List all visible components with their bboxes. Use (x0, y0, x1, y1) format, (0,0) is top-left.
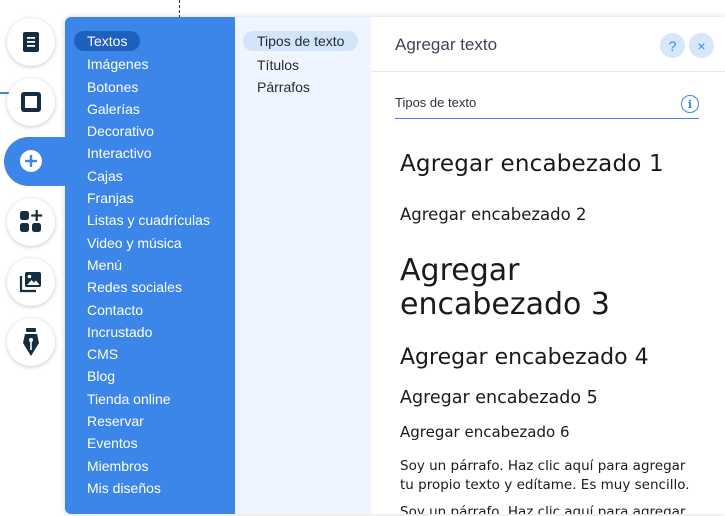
category-column: Textos Imágenes Botones Galerías Decorativo I… (65, 17, 235, 514)
category-item-mis-disenos[interactable]: Mis diseños (74, 477, 174, 499)
category-item-cms[interactable]: CMS (74, 343, 131, 365)
help-icon: ? (668, 37, 677, 54)
heading-2-preset[interactable]: Agregar encabezado 2 (400, 205, 586, 224)
close-icon: × (697, 37, 706, 54)
category-item-tienda-online[interactable]: Tienda online (74, 388, 184, 410)
add-apps-icon (18, 209, 44, 235)
add-button[interactable] (7, 137, 55, 185)
subcategory-item-tipos-de-texto[interactable]: Tipos de texto (243, 31, 359, 51)
category-item-botones[interactable]: Botones (74, 76, 151, 98)
media-button[interactable] (7, 258, 55, 306)
pages-icon (20, 30, 42, 54)
heading-1-preset[interactable]: Agregar encabezado 1 (400, 151, 664, 177)
panel-header: Agregar texto ? × (371, 17, 725, 72)
category-list: Textos Imágenes Botones Galerías Decorativo I… (74, 31, 223, 499)
category-item-blog[interactable]: Blog (74, 365, 128, 387)
subcategory-list: Tipos de texto Títulos Párrafos (243, 31, 359, 99)
category-item-video-y-musica[interactable]: Video y música (74, 232, 195, 254)
category-item-textos[interactable]: Textos (74, 31, 141, 51)
section-title: Tipos de texto (395, 95, 477, 110)
section-header: Tipos de texto i (395, 95, 699, 119)
heading-4-preset[interactable]: Agregar encabezado 4 (400, 345, 649, 370)
pages-button[interactable] (7, 18, 55, 66)
heading-5-preset[interactable]: Agregar encabezado 5 (400, 388, 598, 408)
add-panel: Textos Imágenes Botones Galerías Decorativo I… (65, 17, 725, 514)
paragraph-preset[interactable]: Soy un párrafo. Haz clic aquí para agreg… (400, 457, 700, 495)
category-item-franjas[interactable]: Franjas (74, 187, 147, 209)
category-item-reservar[interactable]: Reservar (74, 410, 157, 432)
pen-tool-button[interactable] (7, 318, 55, 366)
category-item-galerias[interactable]: Galerías (74, 98, 153, 120)
category-item-eventos[interactable]: Eventos (74, 432, 151, 454)
category-item-contacto[interactable]: Contacto (74, 299, 156, 321)
category-item-interactivo[interactable]: Interactivo (74, 142, 165, 164)
background-button[interactable] (7, 78, 55, 126)
subcategory-column: Tipos de texto Títulos Párrafos (235, 17, 371, 514)
category-item-decorativo[interactable]: Decorativo (74, 120, 167, 142)
panel-title: Agregar texto (395, 35, 498, 54)
category-item-imagenes[interactable]: Imágenes (74, 53, 161, 75)
paragraph-preset[interactable]: Soy un párrafo. Haz clic aquí para agreg… (400, 503, 700, 514)
close-button[interactable]: × (689, 33, 714, 58)
heading-3-preset[interactable]: Agregar encabezado 3 (400, 254, 700, 322)
help-button[interactable]: ? (660, 33, 685, 58)
add-icon (19, 149, 43, 173)
background-icon (19, 90, 43, 114)
add-apps-button[interactable] (7, 198, 55, 246)
info-icon[interactable]: i (681, 95, 699, 113)
subcategory-item-titulos[interactable]: Títulos (243, 54, 313, 77)
category-item-redes-sociales[interactable]: Redes sociales (74, 276, 195, 298)
media-icon (18, 269, 44, 295)
pen-nib-icon (20, 327, 42, 357)
subcategory-item-parrafos[interactable]: Párrafos (243, 76, 324, 99)
canvas-guide-line (179, 0, 180, 18)
category-item-miembros[interactable]: Miembros (74, 455, 161, 477)
category-item-listas-y-cuadriculas[interactable]: Listas y cuadrículas (74, 209, 223, 231)
category-item-menu[interactable]: Menú (74, 254, 135, 276)
heading-6-preset[interactable]: Agregar encabezado 6 (400, 423, 570, 441)
category-item-incrustado[interactable]: Incrustado (74, 321, 165, 343)
content-column: Agregar texto ? × Tipos de texto i Agreg… (371, 17, 725, 514)
